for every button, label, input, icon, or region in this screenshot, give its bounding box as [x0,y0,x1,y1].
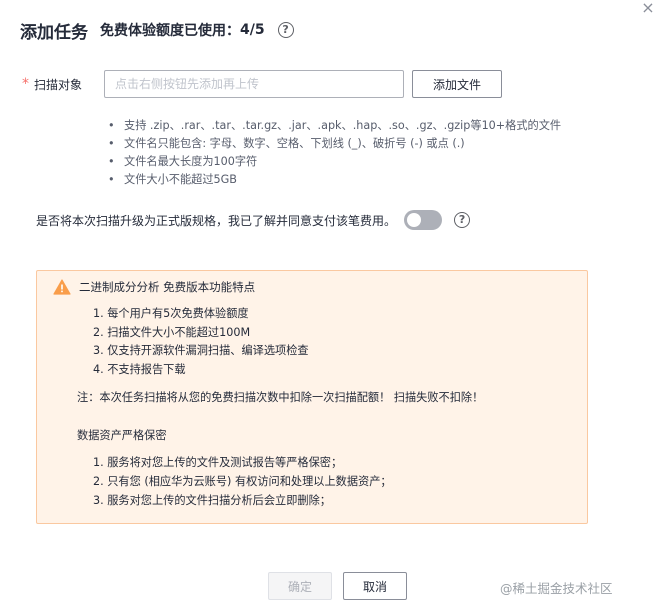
upload-hints-list: 支持 .zip、.rar、.tar、.tar.gz、.jar、.apk、.hap… [108,117,561,189]
confirm-button[interactable]: 确定 [268,572,332,600]
question-icon[interactable]: ? [277,22,294,38]
upload-hint-item: 文件名只能包含: 字母、数字、空格、下划线 (_)、破折号 (-) 或点 (.) [108,135,561,153]
privacy-title: 数据资产严格保密 [77,429,167,442]
toggle-knob [407,213,422,227]
privacy-list: 1. 服务将对您上传的文件及测试报告等严格保密； 2. 只有您 (相应华为云账号… [93,453,392,510]
feature-item: 1. 每个用户有5次免费体验额度 [93,307,249,320]
quota-label: 免费体验额度已使用： [100,23,240,39]
privacy-item: 3. 服务对您上传的文件扫描分析后会立即删除； [93,494,331,507]
watermark: @稀土掘金技术社区 [500,581,613,596]
feature-item: 3. 仅支持开源软件漏洞扫描、编译选项检查 [93,344,309,357]
privacy-item: 2. 只有您 (相应华为云账号) 有权访问和处理以上数据资产； [93,475,392,488]
scan-target-label: 扫描对象 [34,77,83,92]
notice-title: 二进制成分分析 免费版本功能特点 [79,280,256,294]
upgrade-row: 是否将本次扫描升级为正式版规格，我已了解并同意支付该笔费用。 ? [36,208,471,232]
close-icon[interactable]: × [640,0,656,16]
free-version-notice: 二进制成分分析 免费版本功能特点 1. 每个用户有5次免费体验额度 2. 扫描文… [36,270,588,524]
upload-hint-item: 支持 .zip、.rar、.tar、.tar.gz、.jar、.apk、.hap… [108,117,561,135]
upload-hint-item: 文件名最大长度为100字符 [108,153,561,171]
notice-header: 二进制成分分析 免费版本功能特点 [53,279,255,295]
feature-item: 2. 扫描文件大小不能超过100M [93,325,251,339]
required-marker: * [22,76,29,92]
question-icon[interactable]: ? [454,212,471,228]
add-file-button[interactable]: 添加文件 [412,70,502,98]
feature-item: 4. 不支持报告下载 [93,362,186,376]
warning-icon [53,279,71,295]
upload-hint-item: 文件大小不能超过5GB [108,171,561,189]
quota-deduction-note: 注：本次任务扫描将从您的免费扫描次数中扣除一次扫描配额！ 扫描失败不扣除！ [77,391,484,404]
scan-target-input[interactable] [104,70,404,98]
upgrade-toggle[interactable] [404,210,443,230]
feature-list: 1. 每个用户有5次免费体验额度 2. 扫描文件大小不能超过100M 3. 仅支… [93,305,309,379]
upgrade-label: 是否将本次扫描升级为正式版规格，我已了解并同意支付该笔费用。 [36,213,397,228]
dialog-title: 添加任务 [20,22,88,43]
quota-value: 4/5 [240,22,265,38]
dialog-header: 添加任务 免费体验额度已使用： 4/5 ? [20,18,294,43]
scan-target-label-row: * 扫描对象 [22,70,82,98]
privacy-item: 1. 服务将对您上传的文件及测试报告等严格保密； [93,456,343,469]
cancel-button[interactable]: 取消 [343,572,407,600]
